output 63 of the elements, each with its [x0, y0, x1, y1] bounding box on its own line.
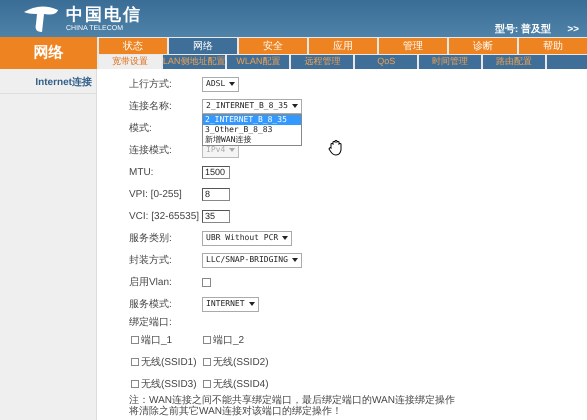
checkbox[interactable] — [203, 358, 211, 366]
checkbox-label: 无线(SSID1) — [141, 356, 197, 370]
sub-tab[interactable]: WLAN配置 — [227, 55, 290, 69]
field-label: VCI: [32-65535] — [129, 210, 200, 224]
caret-icon — [248, 302, 255, 306]
sub-tab[interactable]: 路由配置 — [483, 55, 546, 69]
nav-tab[interactable]: 网络 — [169, 38, 237, 54]
input-field[interactable]: 35 — [202, 210, 230, 222]
field-label: VPI: [0-255] — [129, 188, 183, 202]
checkbox-label: 端口_2 — [213, 334, 244, 348]
input-field[interactable]: 1500 — [202, 166, 230, 178]
sidebar-item[interactable]: Internet连接 — [0, 75, 96, 94]
nav-tab[interactable]: 管理 — [379, 38, 447, 54]
field-label: 连接名称: — [129, 100, 173, 114]
input-field[interactable]: 8 — [202, 188, 230, 200]
nav-tab[interactable]: 状态 — [99, 38, 167, 54]
field-label: 服务模式: — [129, 298, 173, 312]
caret-icon — [292, 104, 298, 108]
checkbox[interactable] — [203, 336, 211, 344]
field-label: 封装方式: — [129, 254, 173, 268]
field-label: 模式: — [129, 122, 153, 136]
caret-icon — [282, 236, 288, 240]
sub-tab-filler — [547, 55, 587, 69]
field-label: 上行方式: — [129, 78, 173, 92]
checkbox-label: 无线(SSID4) — [213, 378, 269, 392]
checkbox-label: 端口_1 — [141, 334, 172, 348]
select-field[interactable]: INTERNET — [202, 296, 259, 312]
logo-text: 中国电信 — [66, 6, 142, 22]
dropdown-option[interactable]: 3_Other_B_8_83 — [203, 124, 301, 134]
caret-icon — [292, 258, 298, 262]
field-label: 服务类别: — [129, 232, 173, 246]
select-field[interactable]: 2_INTERNET_B_8_35 — [202, 98, 302, 114]
more-link[interactable]: >> — [567, 22, 579, 37]
select-field[interactable]: LLC/SNAP-BRIDGING — [202, 252, 302, 268]
sub-tab[interactable]: 时间管理 — [419, 55, 482, 69]
checkbox[interactable] — [203, 380, 211, 388]
checkbox-label: 无线(SSID3) — [141, 378, 197, 392]
section-title: 网络 — [0, 37, 97, 69]
sub-tab[interactable]: 宽带设置 — [99, 55, 161, 69]
model-label: 型号: 普及型 — [494, 22, 551, 37]
checkbox[interactable] — [202, 278, 211, 286]
nav-tab[interactable]: 帮助 — [519, 38, 587, 54]
checkbox[interactable] — [131, 358, 139, 366]
checkbox-label: 无线(SSID2) — [213, 356, 269, 370]
field-label: 连接模式: — [129, 144, 173, 158]
note-text: 注：WAN连接之间不能共享绑定端口，最后绑定端口的WAN连接绑定操作将清除之前其它WAN连接对该端口的绑定操作！ — [129, 395, 456, 417]
field-label: 绑定端口: — [129, 316, 173, 330]
sub-tab[interactable]: QoS — [355, 55, 418, 69]
dropdown-option[interactable]: 新增WAN连接 — [203, 134, 301, 144]
select-field[interactable]: ADSL — [202, 76, 240, 92]
nav-tab[interactable]: 诊断 — [449, 38, 517, 54]
nav-tab[interactable]: 应用 — [309, 38, 377, 54]
field-label: MTU: — [129, 166, 154, 180]
select-field[interactable]: UBR Without PCR — [202, 230, 292, 246]
field-label: 启用Vlan: — [129, 276, 173, 290]
checkbox[interactable] — [131, 380, 139, 388]
sub-tab[interactable]: LAN侧地址配置 — [162, 55, 226, 69]
checkbox[interactable] — [131, 336, 139, 344]
sub-tab[interactable]: 远程管理 — [291, 55, 354, 69]
caret-icon — [229, 148, 236, 152]
nav-tab[interactable]: 安全 — [239, 38, 307, 54]
dropdown-option[interactable]: 2_INTERNET_B_8_35 — [203, 114, 301, 124]
caret-icon — [229, 82, 236, 86]
